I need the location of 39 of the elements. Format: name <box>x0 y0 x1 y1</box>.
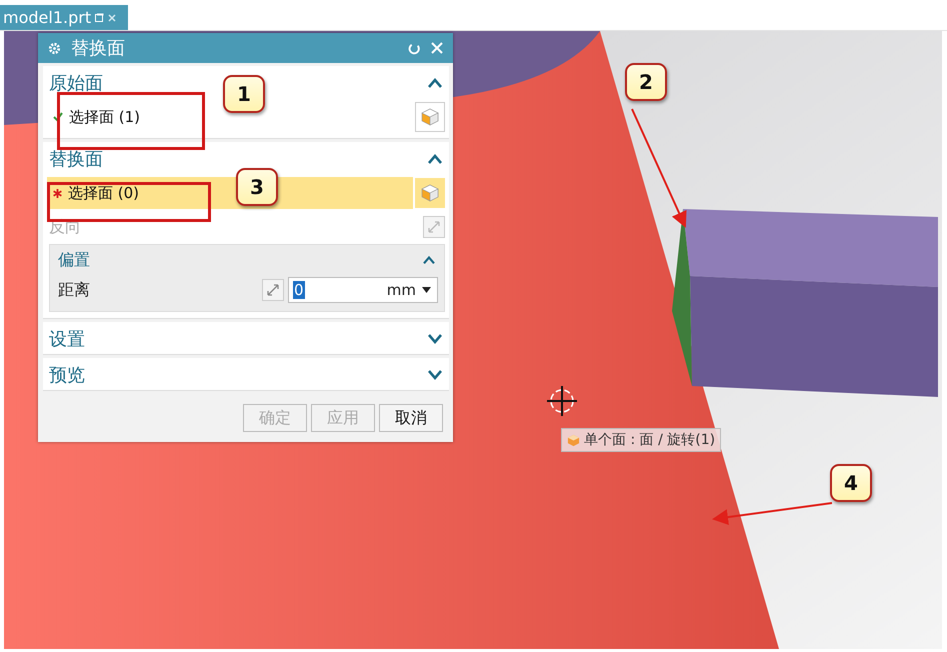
section-title[interactable]: 预览 <box>49 363 85 387</box>
collapse-chevron-icon[interactable] <box>427 77 443 89</box>
close-icon[interactable] <box>108 14 116 22</box>
double-arrow-icon <box>266 283 280 297</box>
callout-label: 2 <box>625 63 667 101</box>
file-tab-title: model1.prt <box>3 8 92 27</box>
group-title[interactable]: 偏置 <box>58 250 90 270</box>
section-title[interactable]: 替换面 <box>49 147 103 171</box>
unit-dropdown[interactable]: mm <box>310 281 416 299</box>
expand-chevron-icon[interactable] <box>427 369 443 381</box>
select-face-button[interactable] <box>415 102 445 132</box>
dialog-title: 替换面 <box>71 37 126 60</box>
select-face-button[interactable] <box>415 178 445 208</box>
callout-label: 3 <box>236 168 278 206</box>
section-title[interactable]: 原始面 <box>49 71 103 95</box>
distance-value[interactable]: 0 <box>293 281 305 299</box>
measure-button[interactable] <box>262 279 284 301</box>
tooltip-text: 单个面 : 面 / 旋转(1) <box>584 431 716 449</box>
collapse-chevron-icon[interactable] <box>422 255 436 265</box>
dropdown-caret-icon[interactable] <box>422 287 431 293</box>
cube-icon <box>567 434 580 446</box>
checkmark-icon <box>53 112 63 122</box>
section-title[interactable]: 设置 <box>49 327 85 351</box>
window-icon[interactable] <box>95 13 104 22</box>
reset-icon[interactable] <box>408 42 421 54</box>
dialog-button[interactable]: 取消 <box>379 404 443 432</box>
cube-icon <box>420 107 440 127</box>
expand-chevron-icon[interactable] <box>427 333 443 345</box>
cube-icon <box>420 183 440 203</box>
crosshair-cursor-icon <box>546 385 578 417</box>
callout-label: 1 <box>223 75 265 113</box>
asterisk-icon <box>53 188 62 198</box>
file-tab[interactable]: model1.prt <box>0 5 128 30</box>
callout-label: 4 <box>830 464 872 502</box>
collapse-chevron-icon[interactable] <box>427 153 443 165</box>
gear-icon[interactable] <box>48 42 61 54</box>
distance-field[interactable]: 0 mm <box>288 277 438 303</box>
distance-label: 距离 <box>58 280 91 300</box>
double-arrow-icon <box>427 220 441 234</box>
